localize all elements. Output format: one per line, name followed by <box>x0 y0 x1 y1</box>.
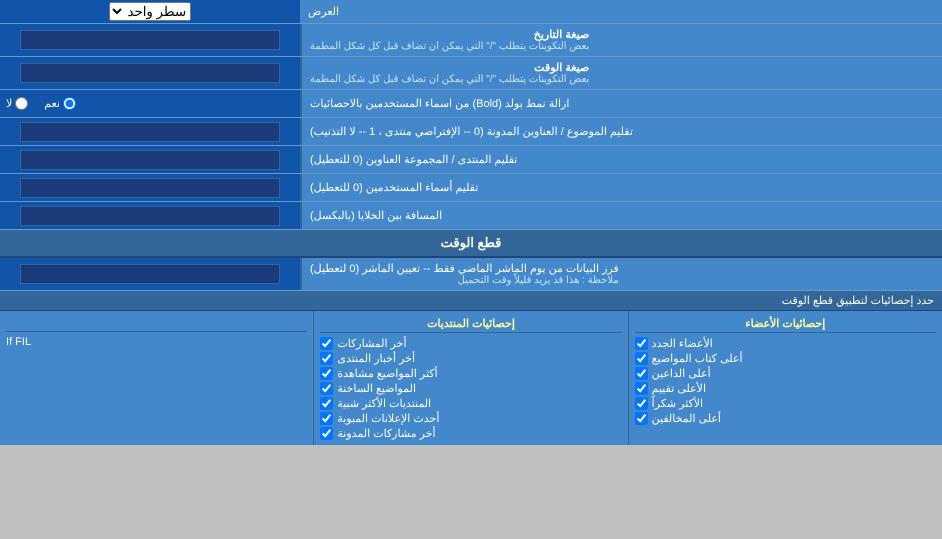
time-format-row: صيغة الوقت بعض التكوينات يتطلب "/" التي … <box>0 57 942 90</box>
forum-titles-label: تقليم المنتدى / المجموعة العناوين (0 للت… <box>300 146 942 173</box>
usernames-trim-row: تقليم أسماء المستخدمين (0 للتعطيل) 0 <box>0 174 942 202</box>
forum-titles-row: تقليم المنتدى / المجموعة العناوين (0 للت… <box>0 146 942 174</box>
usernames-trim-label: تقليم أسماء المستخدمين (0 للتعطيل) <box>300 174 942 201</box>
most-thanked-checkbox[interactable] <box>635 397 648 410</box>
titles-per-page-row: تقليم الموضوع / العناوين المدونة (0 -- ا… <box>0 118 942 146</box>
checkbox-col-extra: If FIL <box>0 311 313 445</box>
date-format-input-cell: d-m <box>0 24 300 56</box>
checkbox-item: أعلى المخالفين <box>635 411 936 426</box>
cell-spacing-label: المسافة بين الخلايا (بالبكسل) <box>300 202 942 229</box>
date-format-label: صيغة التاريخ بعض التكوينات يتطلب "/" الت… <box>300 24 942 56</box>
checkbox-col-members: إحصائيات الأعضاء الأعضاء الجدد أعلى كتاب… <box>628 311 942 445</box>
usernames-trim-input[interactable]: 0 <box>20 178 280 198</box>
main-container: العرض سطر واحدسطرينثلاثة أسطر صيغة التار… <box>0 0 942 445</box>
top-topic-writers-checkbox[interactable] <box>635 352 648 365</box>
most-viewed-topics-checkbox[interactable] <box>320 367 333 380</box>
titles-per-page-input-cell: 33 <box>0 118 300 145</box>
cutoff-value-label: فرز البيانات من يوم الماشر الماضي فقط --… <box>300 258 942 290</box>
checkboxes-section: حدد إحصائيات لتطبيق قطع الوقت إحصائيات ا… <box>0 291 942 445</box>
checkbox-item: أخر مشاركات المدونة <box>320 426 621 441</box>
checkbox-item: أخر أخبار المنتدى <box>320 351 621 366</box>
cutoff-section-header: قطع الوقت <box>0 230 942 258</box>
cell-spacing-input-cell: 2 <box>0 202 300 229</box>
checkboxes-grid: إحصائيات الأعضاء الأعضاء الجدد أعلى كتاب… <box>0 311 942 445</box>
forum-titles-input[interactable]: 33 <box>20 150 280 170</box>
bold-yes-label[interactable]: نعم <box>44 97 76 110</box>
time-format-input-cell: H:i <box>0 57 300 89</box>
checkbox-item: الأعلى تقييم <box>635 381 936 396</box>
top-rated-checkbox[interactable] <box>635 382 648 395</box>
checkbox-item: أعلى كتاب المواضيع <box>635 351 936 366</box>
latest-classified-ads-checkbox[interactable] <box>320 412 333 425</box>
bold-no-radio[interactable] <box>15 97 28 110</box>
time-format-label: صيغة الوقت بعض التكوينات يتطلب "/" التي … <box>300 57 942 89</box>
new-members-checkbox[interactable] <box>635 337 648 350</box>
checkbox-item: الأكثر شكراً <box>635 396 936 411</box>
forum-titles-input-cell: 33 <box>0 146 300 173</box>
top-violators-checkbox[interactable] <box>635 412 648 425</box>
checkbox-item: الأعضاء الجدد <box>635 336 936 351</box>
bold-yes-radio[interactable] <box>63 97 76 110</box>
display-select[interactable]: سطر واحدسطرينثلاثة أسطر <box>109 2 191 21</box>
titles-per-page-input[interactable]: 33 <box>20 122 280 142</box>
checkbox-item: المواضيع الساخنة <box>320 381 621 396</box>
checkbox-col-forums: إحصائيات المنتديات أخر المشاركات أخر أخب… <box>313 311 627 445</box>
cell-spacing-input[interactable]: 2 <box>20 206 280 226</box>
most-popular-forums-checkbox[interactable] <box>320 397 333 410</box>
bold-remove-label: ازالة نمط بولد (Bold) من اسماء المستخدمي… <box>300 90 942 117</box>
date-format-input[interactable]: d-m <box>20 30 280 50</box>
time-format-input[interactable]: H:i <box>20 63 280 83</box>
usernames-trim-input-cell: 0 <box>0 174 300 201</box>
cutoff-value-input[interactable]: 0 <box>20 264 280 284</box>
forums-col-header: إحصائيات المنتديات <box>320 315 621 333</box>
date-format-row: صيغة التاريخ بعض التكوينات يتطلب "/" الت… <box>0 24 942 57</box>
display-row: العرض سطر واحدسطرينثلاثة أسطر <box>0 0 942 24</box>
last-posts-checkbox[interactable] <box>320 337 333 350</box>
checkbox-item: أكثر المواضيع مشاهدة <box>320 366 621 381</box>
checkbox-item: أخر المشاركات <box>320 336 621 351</box>
display-label: العرض <box>300 0 942 23</box>
cutoff-value-input-cell: 0 <box>0 258 300 290</box>
last-blog-posts-checkbox[interactable] <box>320 427 333 440</box>
members-col-header: إحصائيات الأعضاء <box>635 315 936 333</box>
bold-remove-input-cell: نعم لا <box>0 90 300 117</box>
titles-per-page-label: تقليم الموضوع / العناوين المدونة (0 -- ا… <box>300 118 942 145</box>
hot-topics-checkbox[interactable] <box>320 382 333 395</box>
checkbox-item: أحدث الإعلانات المبوبة <box>320 411 621 426</box>
display-input-cell: سطر واحدسطرينثلاثة أسطر <box>0 0 300 23</box>
checkboxes-header: حدد إحصائيات لتطبيق قطع الوقت <box>0 291 942 311</box>
if-fil-item: If FIL <box>6 335 307 349</box>
top-inviters-checkbox[interactable] <box>635 367 648 380</box>
bold-remove-row: ازالة نمط بولد (Bold) من اسماء المستخدمي… <box>0 90 942 118</box>
checkbox-item: أعلى الداعين <box>635 366 936 381</box>
checkbox-item: المنتديات الأكثر شبية <box>320 396 621 411</box>
last-forum-news-checkbox[interactable] <box>320 352 333 365</box>
cell-spacing-row: المسافة بين الخلايا (بالبكسل) 2 <box>0 202 942 230</box>
bold-no-label[interactable]: لا <box>6 97 28 110</box>
cutoff-value-row: فرز البيانات من يوم الماشر الماضي فقط --… <box>0 258 942 291</box>
